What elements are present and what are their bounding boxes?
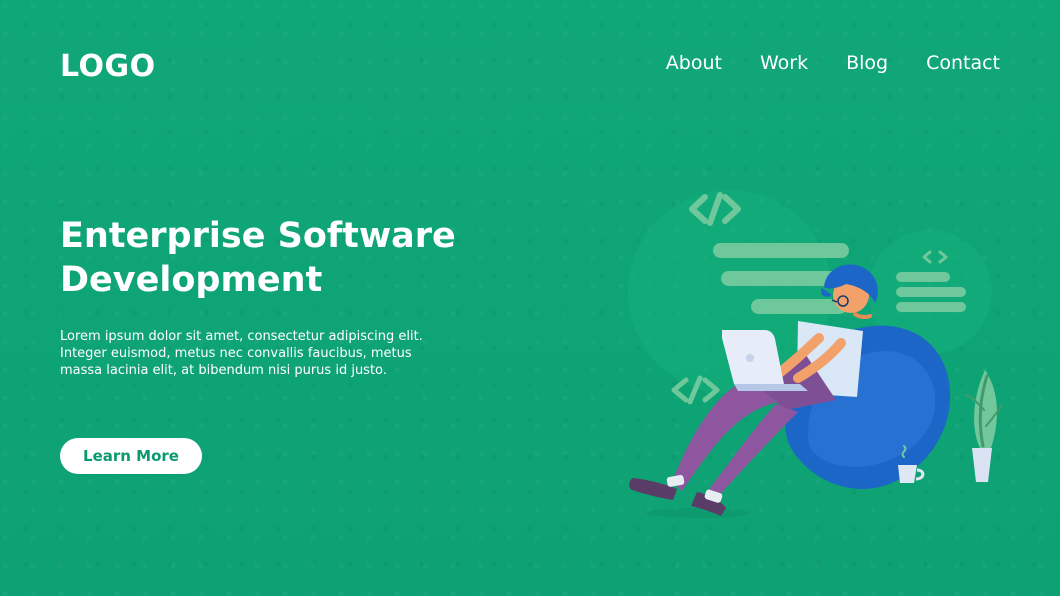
nav-link-about[interactable]: About <box>666 54 722 73</box>
hero-illustration <box>610 160 1020 530</box>
nav-link-contact[interactable]: Contact <box>926 54 1000 73</box>
hero-title: Enterprise Software Development <box>60 216 456 300</box>
hero-description: Lorem ipsum dolor sit amet, consectetur … <box>60 329 423 378</box>
nav-link-blog[interactable]: Blog <box>846 54 888 73</box>
learn-more-button[interactable]: Learn More <box>60 438 202 474</box>
nav-link-work[interactable]: Work <box>760 54 808 73</box>
developer-illustration <box>628 190 1003 518</box>
logo[interactable]: LOGO <box>60 52 156 82</box>
plant-icon <box>965 370 1003 482</box>
main-navigation: About Work Blog Contact <box>666 54 1000 73</box>
site-header: LOGO About Work Blog Contact <box>60 46 1000 86</box>
